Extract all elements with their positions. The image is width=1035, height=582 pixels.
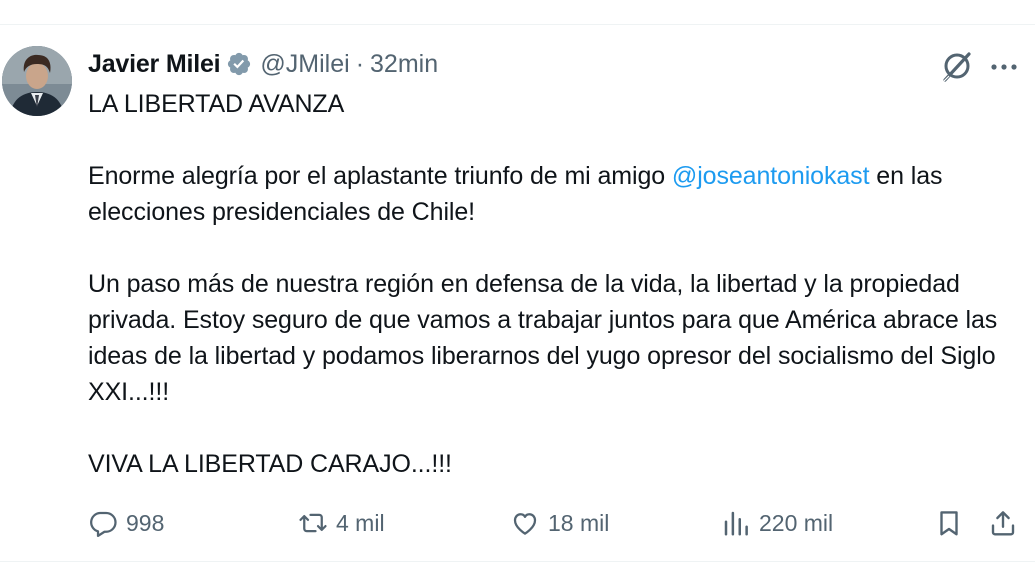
verified-badge-icon bbox=[228, 52, 251, 76]
paragraph-2-start: Enorme alegría por el aplastante triunfo… bbox=[88, 162, 672, 190]
views-icon bbox=[724, 511, 748, 536]
timestamp[interactable]: 32min bbox=[370, 50, 438, 79]
bookmark-icon bbox=[940, 511, 958, 536]
like-count: 18 mil bbox=[548, 509, 610, 536]
tweet-header: Javier Milei @JMilei · 32min bbox=[88, 47, 438, 81]
share-button[interactable] bbox=[988, 503, 1018, 543]
retweet-icon bbox=[299, 513, 327, 533]
bottom-divider bbox=[0, 561, 1035, 562]
share-icon bbox=[991, 511, 1015, 536]
author-name[interactable]: Javier Milei bbox=[88, 50, 221, 79]
tweet-line-1: LA LIBERTAD AVANZA bbox=[88, 90, 345, 118]
mention-link[interactable]: @joseantoniokast bbox=[672, 162, 870, 190]
previous-tweet-peek bbox=[552, 0, 592, 4]
like-button[interactable]: 18 mil bbox=[510, 503, 609, 543]
reply-icon bbox=[90, 511, 117, 537]
reply-button[interactable]: 998 bbox=[88, 503, 164, 543]
more-icon[interactable] bbox=[986, 53, 1022, 81]
tweet-paragraph-4: VIVA LA LIBERTAD CARAJO...!!! bbox=[88, 450, 452, 478]
author-handle[interactable]: @JMilei bbox=[260, 50, 349, 79]
views-count: 220 mil bbox=[759, 509, 834, 536]
avatar[interactable] bbox=[2, 46, 72, 116]
tweet-paragraph-2: Enorme alegría por el aplastante triunfo… bbox=[88, 158, 1018, 230]
separator-dot: · bbox=[355, 49, 365, 78]
tweet-text: LA LIBERTAD AVANZA Enorme alegría por el… bbox=[88, 86, 1018, 482]
tweet[interactable]: Javier Milei @JMilei · 32min LA LIBERTAD… bbox=[0, 25, 1035, 561]
retweet-button[interactable]: 4 mil bbox=[298, 503, 385, 543]
grok-icon[interactable] bbox=[938, 47, 976, 85]
action-bar: 998 4 mil 18 mil 220 mil bbox=[0, 503, 1035, 543]
views-button[interactable]: 220 mil bbox=[721, 503, 833, 543]
tweet-paragraph-3: Un paso más de nuestra región en defensa… bbox=[88, 270, 998, 406]
reply-count: 998 bbox=[126, 509, 165, 536]
bookmark-button[interactable] bbox=[934, 503, 964, 543]
like-icon bbox=[513, 513, 537, 535]
retweet-count: 4 mil bbox=[336, 509, 385, 536]
